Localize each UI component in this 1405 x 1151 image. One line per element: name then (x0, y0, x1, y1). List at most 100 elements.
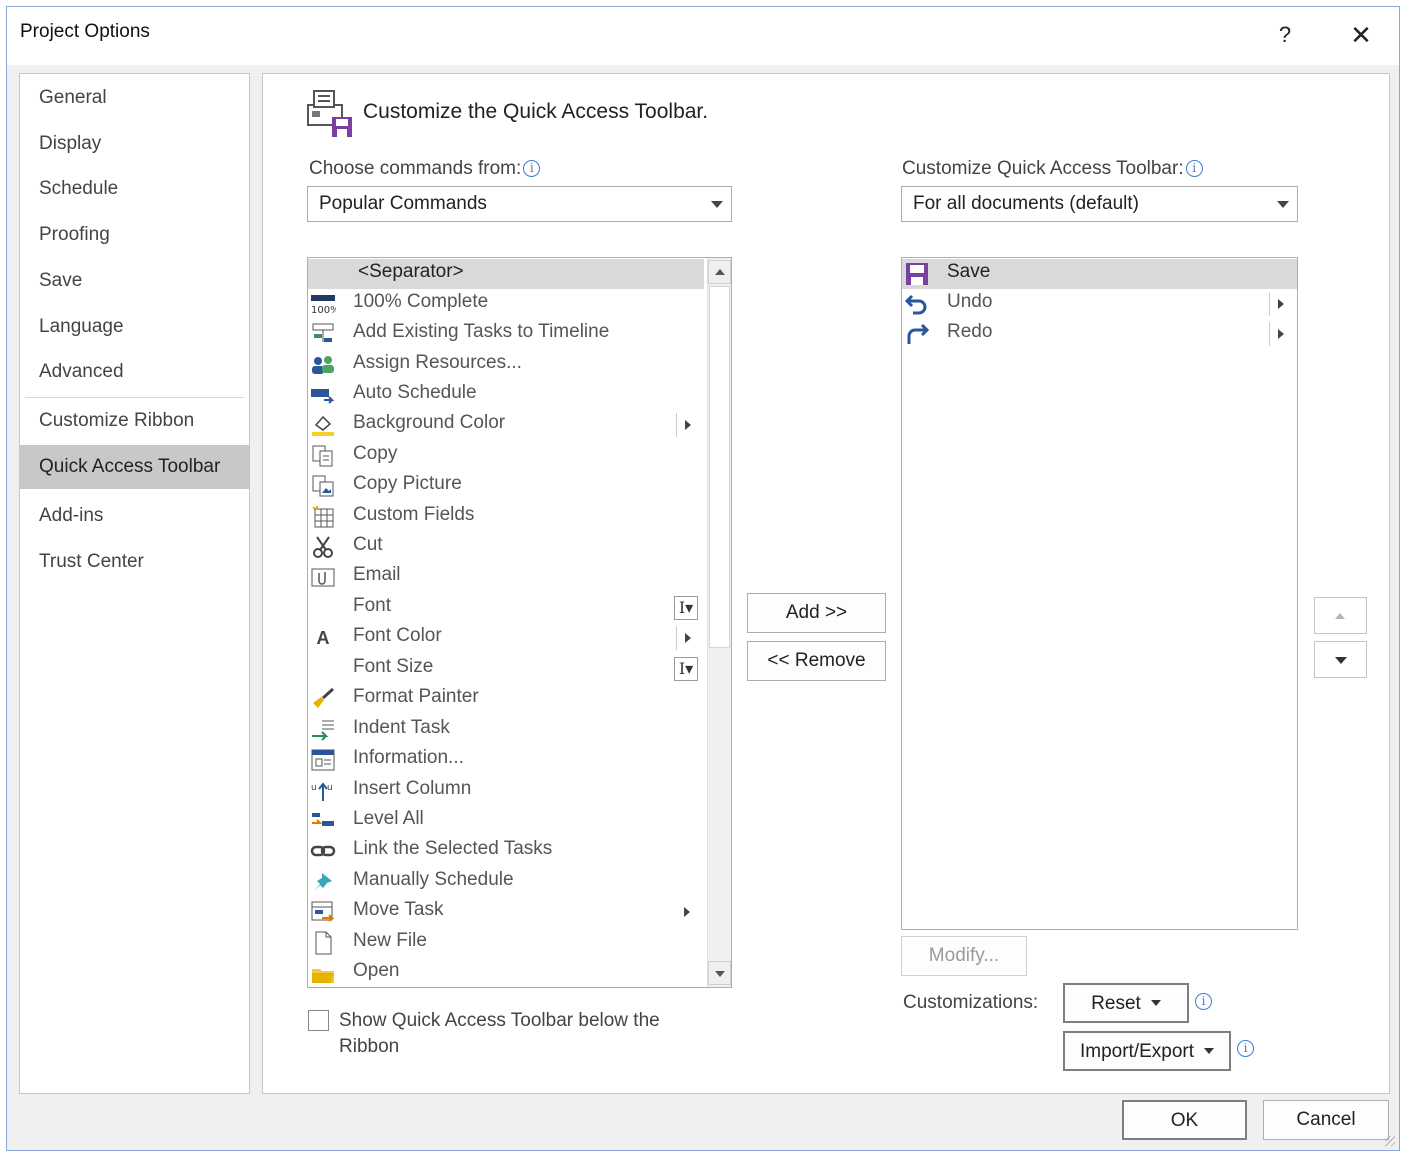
add-button[interactable]: Add >> (747, 593, 886, 633)
list-item[interactable]: <Separator> (308, 259, 704, 289)
list-item[interactable]: Link the Selected Tasks (308, 836, 704, 866)
nav-item-proofing[interactable]: Proofing (20, 213, 249, 257)
timeline-add-icon (310, 322, 336, 346)
svg-text:u: u (311, 783, 317, 793)
text-cursor-dropdown-icon[interactable]: I▾ (674, 657, 698, 681)
list-item[interactable]: Manually Schedule (308, 867, 704, 897)
list-item-label: Format Painter (353, 686, 479, 707)
nav-item-trust-center[interactable]: Trust Center (20, 540, 249, 584)
complete-100-icon: 100% (310, 292, 340, 316)
list-item[interactable]: Cut (308, 532, 704, 562)
scroll-down-button[interactable] (708, 961, 731, 985)
list-item[interactable]: Undo (902, 289, 1297, 319)
list-item[interactable]: Copy (308, 441, 704, 471)
show-below-ribbon-checkbox[interactable] (308, 1010, 329, 1031)
submenu-arrow-icon[interactable] (1269, 292, 1291, 316)
save-icon (904, 262, 930, 286)
customize-qat-label: Customize Quick Access Toolbar: i (902, 158, 1203, 180)
cancel-button[interactable]: Cancel (1263, 1100, 1389, 1140)
list-item[interactable]: Information... (308, 745, 704, 775)
ok-button-label: OK (1170, 1110, 1199, 1131)
info-icon[interactable]: i (523, 160, 541, 177)
list-item[interactable]: Font I▾ (308, 593, 704, 623)
copy-picture-icon (310, 474, 336, 498)
submenu-arrow-icon[interactable] (676, 626, 698, 650)
list-item[interactable]: Level All (308, 806, 704, 836)
text-cursor-dropdown-icon[interactable]: I▾ (674, 596, 698, 620)
list-item[interactable]: Save (902, 259, 1297, 289)
help-button[interactable]: ? (1263, 15, 1307, 55)
list-item-label: Redo (947, 321, 993, 342)
choose-commands-label: Choose commands from: i (309, 158, 541, 180)
project-options-dialog: Project Options ? ✕ General Display Sche… (6, 6, 1400, 1151)
list-item[interactable]: A Font Color (308, 623, 704, 653)
submenu-arrow-icon[interactable] (676, 413, 698, 437)
pin-icon (310, 870, 336, 894)
reset-button[interactable]: Reset (1063, 983, 1189, 1023)
info-icon[interactable]: i (1195, 993, 1212, 1010)
nav-item-advanced[interactable]: Advanced (20, 350, 249, 394)
format-painter-icon (310, 687, 336, 711)
list-item[interactable]: Copy Picture (308, 471, 704, 501)
close-button[interactable]: ✕ (1339, 15, 1383, 55)
list-item[interactable]: New File (308, 928, 704, 958)
nav-item-save[interactable]: Save (20, 259, 249, 303)
list-item[interactable]: uu Insert Column (308, 776, 704, 806)
resize-grip-icon[interactable] (1385, 1136, 1395, 1146)
nav-item-display[interactable]: Display (20, 122, 249, 166)
list-item[interactable]: Assign Resources... (308, 350, 704, 380)
list-item[interactable]: Custom Fields (308, 502, 704, 532)
nav-item-schedule[interactable]: Schedule (20, 167, 249, 211)
import-export-button[interactable]: Import/Export (1063, 1031, 1231, 1071)
list-item[interactable]: Move Task (308, 897, 704, 927)
nav-item-quick-access-toolbar[interactable]: Quick Access Toolbar (20, 445, 249, 489)
list-item-label: Move Task (353, 899, 444, 920)
choose-commands-value: Popular Commands (319, 193, 487, 214)
list-item-label: Custom Fields (353, 504, 475, 525)
nav-item-general[interactable]: General (20, 76, 249, 120)
list-item[interactable]: Auto Schedule (308, 380, 704, 410)
list-item[interactable]: Background Color (308, 410, 704, 440)
list-item[interactable]: 100% 100% Complete (308, 289, 704, 319)
list-item-label: Link the Selected Tasks (353, 838, 553, 859)
redo-icon (904, 322, 930, 346)
qat-commands-list[interactable]: Save Undo Redo (901, 257, 1298, 930)
commands-scrollbar[interactable] (707, 258, 731, 987)
list-item-label: Level All (353, 808, 424, 829)
email-icon (310, 565, 336, 589)
list-item[interactable]: Open (308, 958, 704, 987)
choose-commands-dropdown[interactable]: Popular Commands (307, 186, 732, 222)
list-item[interactable]: Indent Task (308, 715, 704, 745)
list-item-label: Indent Task (353, 717, 450, 738)
cancel-button-label: Cancel (1296, 1109, 1356, 1130)
submenu-arrow-icon[interactable] (1269, 322, 1291, 346)
list-item-label: Cut (353, 534, 383, 555)
list-item[interactable]: Redo (902, 319, 1297, 349)
list-item[interactable]: Add Existing Tasks to Timeline (308, 319, 704, 349)
list-item-label: Email (353, 564, 401, 585)
move-down-button[interactable] (1314, 641, 1367, 678)
auto-schedule-icon (310, 383, 336, 407)
nav-item-customize-ribbon[interactable]: Customize Ribbon (20, 399, 249, 443)
submenu-arrow-icon[interactable] (676, 900, 698, 924)
remove-button-label: << Remove (767, 650, 866, 671)
list-item-label: New File (353, 930, 427, 951)
commands-list[interactable]: <Separator> 100% 100% Complete Add Exist… (307, 257, 732, 988)
list-item[interactable]: Font Size I▾ (308, 654, 704, 684)
list-item-label: Undo (947, 291, 993, 312)
customize-qat-value: For all documents (default) (913, 193, 1139, 214)
nav-item-add-ins[interactable]: Add-ins (20, 494, 249, 538)
customize-qat-dropdown[interactable]: For all documents (default) (901, 186, 1298, 222)
scroll-up-button[interactable] (708, 260, 731, 284)
info-icon[interactable]: i (1237, 1040, 1254, 1057)
ok-button[interactable]: OK (1122, 1100, 1247, 1140)
list-item[interactable]: Email (308, 562, 704, 592)
modify-button[interactable]: Modify... (901, 936, 1027, 976)
move-up-button[interactable] (1314, 597, 1367, 634)
list-item[interactable]: Format Painter (308, 684, 704, 714)
remove-button[interactable]: << Remove (747, 641, 886, 681)
info-icon[interactable]: i (1185, 160, 1203, 177)
nav-item-language[interactable]: Language (20, 305, 249, 349)
scroll-thumb[interactable] (709, 286, 730, 648)
svg-text:u: u (327, 783, 333, 793)
